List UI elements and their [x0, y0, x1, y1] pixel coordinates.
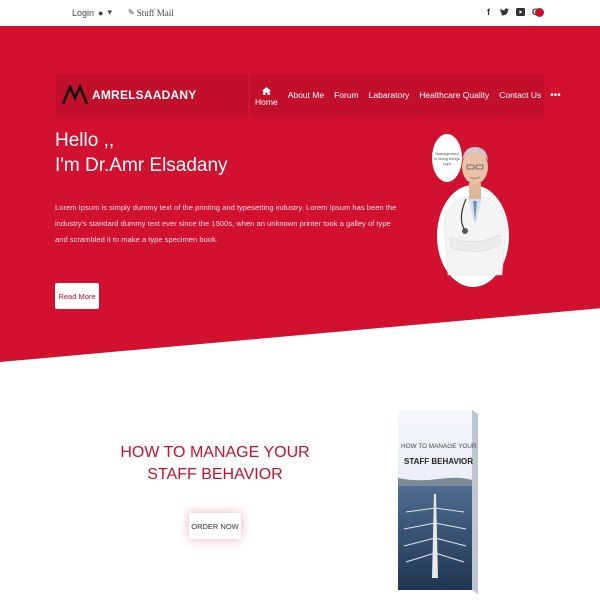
chevron-down-icon[interactable]: ▾: [107, 7, 112, 18]
flag-icon[interactable]: [535, 8, 544, 17]
logo-mark-icon: [62, 84, 88, 105]
book-cover-line1: HOW TO MANAGE YOUR: [401, 443, 477, 450]
hero-name: I'm Dr.Amr Elsadany: [55, 155, 228, 176]
nav-item-forum[interactable]: Forum: [329, 90, 364, 100]
pencil-icon: ✎: [128, 8, 135, 17]
speech-bubble: Management is doing things right: [432, 134, 462, 182]
nav-item-home[interactable]: Home: [250, 83, 283, 107]
book-title: HOW TO MANAGE YOUR STAFF BEHAVIOR: [120, 444, 310, 483]
twitter-icon[interactable]: [500, 7, 509, 17]
more-menu-icon[interactable]: •••: [546, 90, 565, 101]
nav-item-labaratory[interactable]: Labaratory: [364, 90, 415, 100]
main-nav: Home About Me Forum Labaratory Healthcar…: [250, 74, 561, 116]
book-cover-line2: STAFF BEHAVIOR: [404, 457, 473, 466]
stuff-mail-label: Stuff Mail: [136, 7, 174, 18]
read-more-button[interactable]: Read More: [55, 283, 99, 309]
top-bar-left: Login ● ▾ ✎ Stuff Mail: [72, 7, 174, 18]
book-cover-image: HOW TO MANAGE YOUR STAFF BEHAVIOR: [398, 410, 478, 594]
home-icon: [261, 87, 271, 95]
user-icon[interactable]: ●: [98, 8, 103, 18]
stuff-mail-link[interactable]: ✎ Stuff Mail: [128, 8, 174, 18]
brand-name-part2: ELSAADANY: [119, 88, 197, 102]
hero-greeting: Hello ,,: [55, 130, 115, 151]
nav-item-about[interactable]: About Me: [283, 90, 329, 100]
hero-description: Lorem Ipsum is simply dummy text of the …: [55, 203, 397, 244]
nav-item-home-label: Home: [255, 97, 278, 107]
order-now-button[interactable]: ORDER NOW: [189, 513, 241, 539]
logo[interactable]: AMRELSAADANY: [56, 74, 248, 116]
facebook-icon[interactable]: f: [484, 7, 493, 17]
top-bar: Login ● ▾ ✎ Stuff Mail f G+: [0, 0, 600, 26]
nav-item-contact[interactable]: Contact Us: [494, 90, 546, 100]
youtube-icon[interactable]: [516, 7, 525, 17]
nav-item-healthcare-quality[interactable]: Healthcare Quality: [414, 90, 494, 100]
login-link[interactable]: Login: [72, 8, 94, 18]
brand-name: AMRELSAADANY: [92, 88, 197, 102]
brand-name-part1: AMR: [92, 88, 120, 102]
